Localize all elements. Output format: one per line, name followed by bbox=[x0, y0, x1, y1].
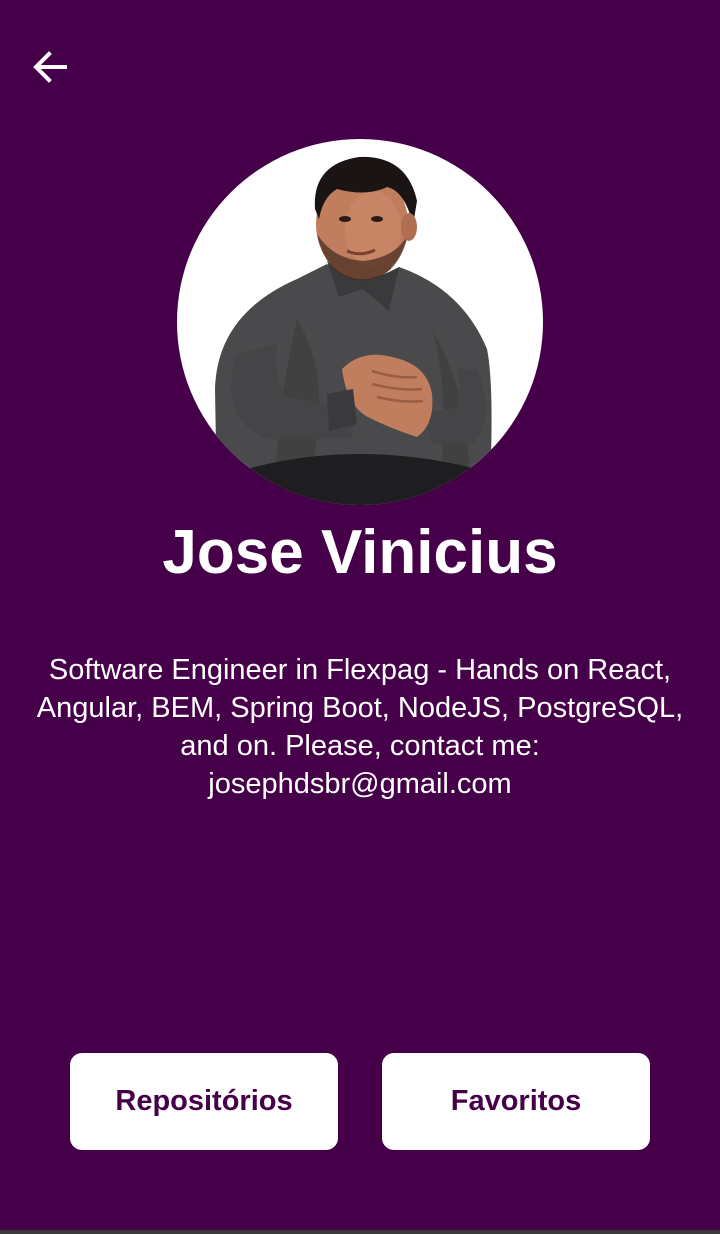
favorites-button[interactable]: Favoritos bbox=[382, 1053, 650, 1150]
profile-screen: Jose Vinicius Software Engineer in Flexp… bbox=[0, 0, 720, 1234]
profile-name: Jose Vinicius bbox=[162, 518, 558, 587]
avatar bbox=[177, 139, 543, 505]
profile-photo bbox=[215, 156, 492, 505]
repositories-button-label: Repositórios bbox=[115, 1085, 293, 1117]
bottom-edge bbox=[0, 1230, 720, 1234]
back-button[interactable] bbox=[22, 42, 78, 92]
profile-bio: Software Engineer in Flexpag - Hands on … bbox=[36, 654, 684, 800]
arrow-left-icon bbox=[33, 51, 67, 83]
favorites-button-label: Favoritos bbox=[450, 1085, 582, 1117]
repositories-button[interactable]: Repositórios bbox=[70, 1053, 338, 1150]
